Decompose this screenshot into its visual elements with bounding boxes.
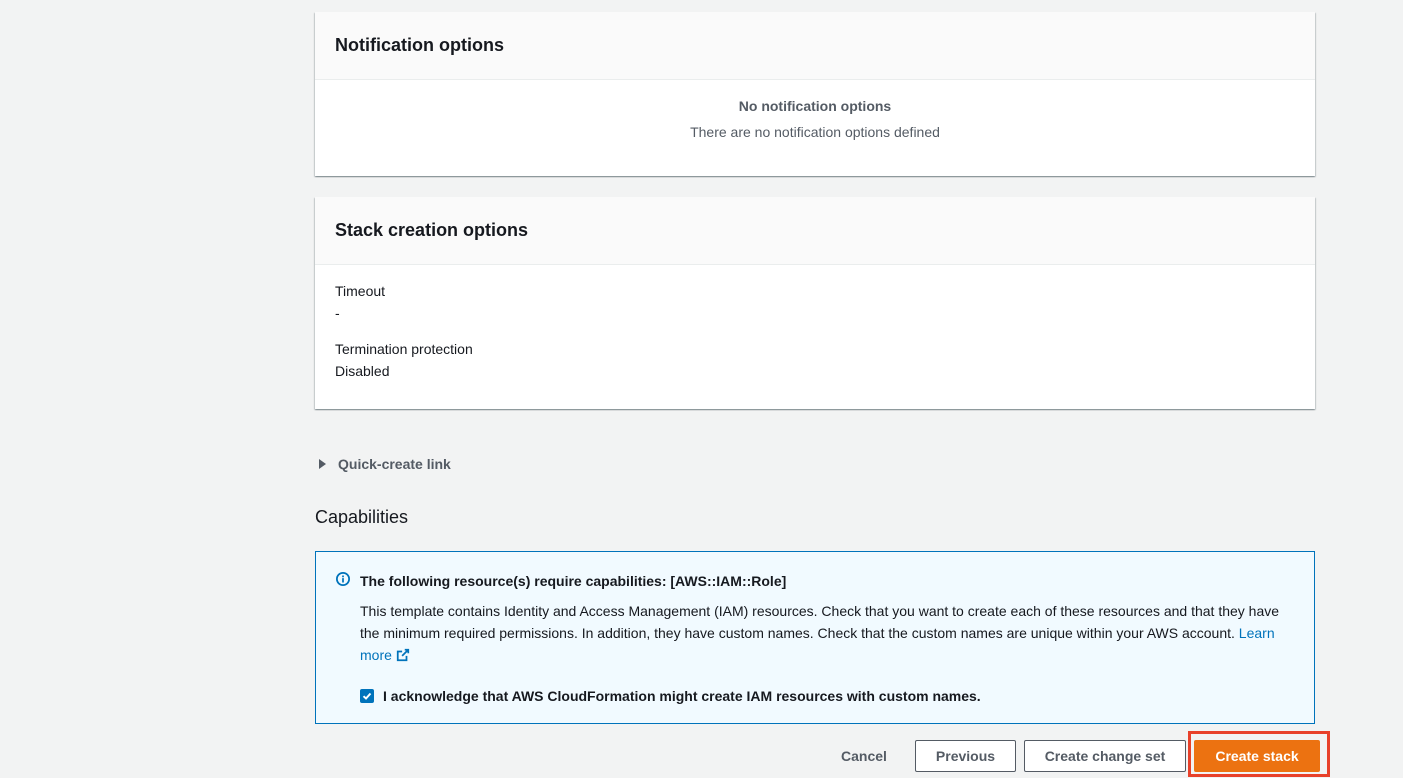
alert-body: This template contains Identity and Acce… [360, 600, 1300, 666]
cancel-button[interactable]: Cancel [830, 740, 898, 772]
acknowledge-checkbox[interactable] [360, 689, 374, 703]
timeout-label: Timeout [335, 283, 386, 299]
stack-creation-options-panel: Stack creation options Timeout - Termina… [315, 197, 1315, 409]
external-link-icon [396, 648, 410, 662]
empty-state-title: No notification options [738, 98, 892, 114]
quick-create-link-label: Quick-create link [338, 456, 451, 472]
notification-options-panel: Notification options No notification opt… [315, 12, 1315, 176]
alert-body-text: This template contains Identity and Acce… [360, 603, 1280, 641]
notification-options-title: Notification options [315, 12, 1315, 80]
checkmark-icon [362, 692, 372, 700]
notification-empty-state: No notification options There are no not… [315, 80, 1315, 139]
stack-creation-options-title: Stack creation options [315, 197, 1315, 265]
key-value-list: Timeout - Termination protection Disable… [315, 265, 1315, 379]
termination-protection-label: Termination protection [335, 341, 473, 357]
alert-title: The following resource(s) require capabi… [360, 573, 787, 589]
termination-protection-value: Disabled [335, 363, 390, 379]
previous-button[interactable]: Previous [915, 740, 1016, 772]
timeout-value: - [335, 305, 340, 321]
caret-right-icon [319, 459, 326, 469]
acknowledge-label: I acknowledge that AWS CloudFormation mi… [383, 688, 981, 704]
empty-state-description: There are no notification options define… [690, 124, 940, 140]
quick-create-link-expander[interactable]: Quick-create link [319, 456, 451, 472]
termination-protection-item: Termination protection Disabled [335, 341, 1295, 379]
create-change-set-button[interactable]: Create change set [1024, 740, 1186, 772]
timeout-item: Timeout - [335, 283, 1295, 321]
capabilities-info-alert: The following resource(s) require capabi… [315, 551, 1315, 724]
info-icon [336, 572, 350, 586]
page: Notification options No notification opt… [0, 0, 1403, 778]
capabilities-heading: Capabilities [315, 507, 409, 527]
acknowledge-checkbox-row[interactable]: I acknowledge that AWS CloudFormation mi… [360, 688, 981, 704]
create-stack-button[interactable]: Create stack [1194, 740, 1320, 772]
